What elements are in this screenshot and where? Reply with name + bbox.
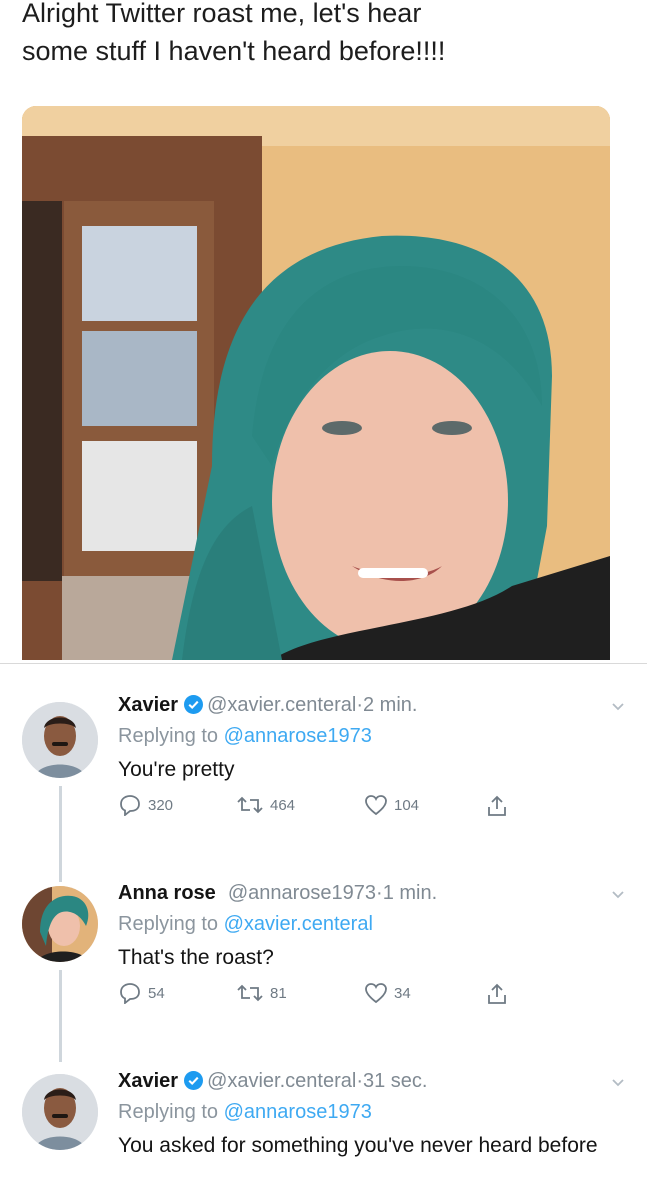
tweet-header: Xavier @xavier.centeral·31 sec. — [118, 1068, 618, 1094]
user-avatar-image — [22, 886, 98, 962]
retweet-count: 81 — [270, 984, 287, 1002]
like-action[interactable]: 104 — [364, 794, 419, 816]
user-avatar-image — [22, 1074, 98, 1150]
chevron-down-icon[interactable] — [611, 890, 625, 900]
verified-badge-icon — [184, 1071, 204, 1090]
replying-to-link[interactable]: @annarose1973 — [224, 725, 372, 747]
replying-to-link[interactable]: @xavier.centeral — [224, 913, 373, 935]
reply-tweet[interactable]: Anna rose @annarose1973·1 min. Replying t… — [0, 872, 647, 1062]
reply-icon — [120, 983, 140, 1004]
reply-count: 320 — [148, 796, 174, 814]
replies-thread: Xavier @xavier.centeral·2 min. Replying t… — [0, 664, 647, 1199]
thread-line — [59, 786, 62, 882]
tweet-header: Xavier @xavier.centeral·2 min. — [118, 692, 618, 718]
replying-to: Replying to @xavier.centeral — [118, 910, 618, 938]
replying-prefix: Replying to — [118, 1101, 224, 1123]
avatar[interactable] — [22, 1074, 98, 1150]
chevron-down-icon[interactable] — [611, 702, 625, 712]
share-action[interactable] — [486, 794, 508, 818]
replying-to: Replying to @annarose1973 — [118, 722, 618, 750]
share-icon — [488, 983, 506, 1004]
replying-to-link[interactable]: @annarose1973 — [224, 1101, 372, 1123]
share-action[interactable] — [486, 982, 508, 1006]
user-handle[interactable]: @annarose1973 — [228, 882, 376, 904]
selfie-image — [22, 106, 610, 660]
tweet-header: Anna rose @annarose1973·1 min. — [118, 880, 618, 906]
reply-tweet[interactable]: Xavier @xavier.centeral·31 sec. Replying … — [0, 1060, 647, 1199]
display-name[interactable]: Xavier — [118, 1070, 178, 1092]
user-avatar-image — [22, 702, 98, 778]
timestamp[interactable]: 31 sec. — [363, 1070, 427, 1092]
avatar[interactable] — [22, 702, 98, 778]
like-count: 104 — [394, 796, 420, 814]
separator-dot: · — [356, 1070, 363, 1092]
share-icon — [488, 795, 506, 816]
reply-action[interactable]: 320 — [118, 794, 173, 816]
verified-badge-icon — [184, 695, 204, 714]
like-action[interactable]: 34 — [364, 982, 411, 1004]
reply-action[interactable]: 54 — [118, 982, 165, 1004]
timestamp[interactable]: 1 min. — [383, 882, 437, 904]
tweet-photo[interactable] — [22, 106, 610, 660]
replying-prefix: Replying to — [118, 725, 224, 747]
original-tweet: Alright Twitter roast me, let's hear som… — [0, 0, 647, 664]
separator-dot: · — [376, 882, 383, 904]
action-bar: 54 81 34 — [118, 982, 618, 1012]
action-bar: 320 464 104 — [118, 794, 618, 824]
retweet-action[interactable]: 464 — [236, 794, 295, 816]
like-count: 34 — [394, 984, 411, 1002]
retweet-icon — [237, 796, 263, 814]
reply-count: 54 — [148, 984, 165, 1002]
chevron-down-icon[interactable] — [611, 1078, 625, 1088]
retweet-action[interactable]: 81 — [236, 982, 287, 1004]
display-name[interactable]: Xavier — [118, 694, 178, 716]
display-name[interactable]: Anna rose — [118, 882, 216, 904]
separator-dot: · — [356, 694, 363, 716]
user-handle[interactable]: @xavier.centeral — [207, 1070, 356, 1092]
avatar[interactable] — [22, 886, 98, 962]
reply-text: You asked for something you've never hea… — [118, 1134, 598, 1157]
replying-to: Replying to @annarose1973 — [118, 1098, 618, 1126]
like-icon — [365, 795, 387, 816]
retweet-icon — [237, 984, 263, 1002]
timestamp[interactable]: 2 min. — [363, 694, 417, 716]
tweet-text: Alright Twitter roast me, let's hear som… — [22, 0, 446, 66]
user-handle[interactable]: @xavier.centeral — [207, 694, 356, 716]
reply-tweet[interactable]: Xavier @xavier.centeral·2 min. Replying t… — [0, 682, 647, 882]
reply-text: You're pretty — [118, 758, 235, 781]
reply-icon — [120, 795, 140, 816]
retweet-count: 464 — [270, 796, 296, 814]
reply-text: That's the roast? — [118, 946, 274, 969]
like-icon — [365, 983, 387, 1004]
replying-prefix: Replying to — [118, 913, 224, 935]
thread-line — [59, 970, 62, 1062]
